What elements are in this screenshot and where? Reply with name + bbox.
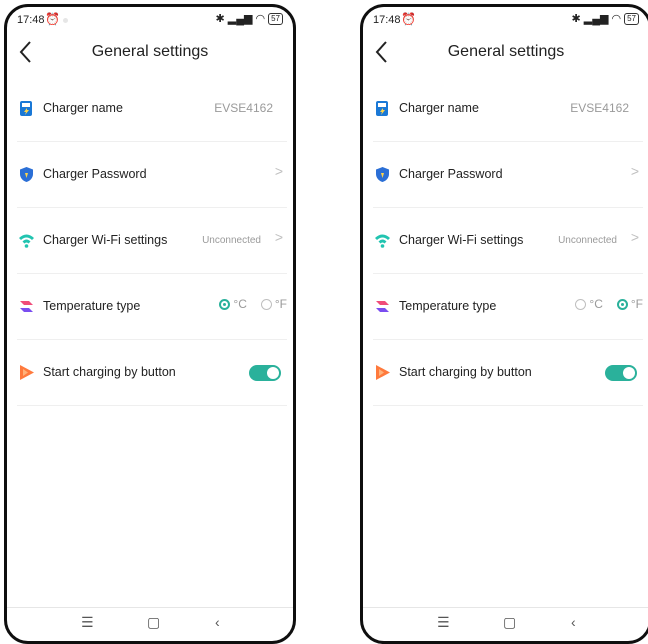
header: General settings (7, 37, 293, 67)
menu-icon[interactable]: ☰ (437, 614, 450, 631)
start-charging-toggle[interactable] (605, 365, 637, 381)
radio-celsius-label: °C (589, 297, 603, 311)
setting-charger-password[interactable]: Charger Password > (373, 143, 643, 208)
setting-label: Temperature type (399, 299, 497, 313)
setting-label: Charger Wi-Fi settings (43, 233, 168, 247)
setting-charger-name[interactable]: Charger name EVSE4162 (373, 77, 643, 142)
setting-label: Charger Password (43, 167, 147, 181)
radio-unchecked-icon (260, 298, 272, 310)
system-nav-bar: ☰ ▢ ‹ (7, 607, 293, 638)
setting-label: Charger name (43, 101, 123, 115)
temperature-radio-group: °C °F (205, 297, 287, 311)
charger-name-value: EVSE4162 (570, 101, 629, 115)
charger-icon (20, 101, 32, 116)
radio-celsius-label: °C (233, 297, 247, 311)
status-time: 17:48 (373, 14, 401, 26)
temperature-radio-group: °C °F (561, 297, 643, 311)
battery-icon: 57 (624, 12, 639, 25)
signal-icon: ▂▄▆ (227, 13, 253, 25)
setting-charger-name[interactable]: Charger name EVSE4162 (17, 77, 287, 142)
notification-dot (63, 18, 68, 23)
charger-icon (376, 101, 388, 116)
home-icon[interactable]: ▢ (503, 614, 516, 631)
radio-fahrenheit-label: °F (274, 297, 287, 311)
back-icon[interactable]: ‹ (215, 614, 220, 630)
shield-icon (376, 167, 389, 182)
shield-icon (20, 167, 33, 182)
system-nav-bar: ☰ ▢ ‹ (363, 607, 648, 638)
radio-checked-icon (616, 298, 628, 310)
header: General settings (363, 37, 648, 67)
wifi-status-icon: ◠ (611, 13, 622, 25)
wifi-icon (19, 234, 34, 248)
status-icons: ✱ ▂▄▆ ◠ 57 (216, 12, 283, 25)
page-title: General settings (91, 43, 209, 60)
wifi-status-value: Unconnected (558, 235, 617, 246)
setting-start-charging-button: Start charging by button (17, 341, 287, 406)
setting-label: Charger Wi-Fi settings (399, 233, 524, 247)
status-time: 17:48 (17, 14, 45, 26)
chevron-right-icon: > (630, 229, 639, 245)
setting-temperature-type: Temperature type °C °F (17, 275, 287, 340)
temperature-icon (376, 301, 389, 312)
bluetooth-icon: ✱ (571, 13, 581, 25)
battery-icon: 57 (268, 12, 283, 25)
alarm-icon: ⏰ (45, 12, 60, 26)
play-icon (376, 365, 390, 380)
wifi-status-icon: ◠ (255, 13, 266, 25)
wifi-status-value: Unconnected (202, 235, 261, 246)
page-title: General settings (447, 43, 565, 60)
radio-checked-icon (219, 298, 231, 310)
temperature-icon (20, 301, 33, 312)
chevron-right-icon: > (274, 229, 283, 245)
radio-celsius[interactable]: °C (575, 297, 603, 311)
setting-label: Start charging by button (43, 365, 176, 379)
status-bar: 17:48 ⏰ ✱ ▂▄▆ ◠ 57 (363, 9, 648, 31)
chevron-right-icon: > (274, 163, 283, 179)
bluetooth-icon: ✱ (215, 13, 225, 25)
radio-fahrenheit[interactable]: °F (616, 297, 643, 311)
setting-wifi[interactable]: Charger Wi-Fi settings Unconnected > (373, 209, 643, 274)
radio-fahrenheit-label: °F (630, 297, 643, 311)
setting-label: Charger Password (399, 167, 503, 181)
toggle-knob (267, 367, 279, 379)
setting-charger-password[interactable]: Charger Password > (17, 143, 287, 208)
home-icon[interactable]: ▢ (147, 614, 160, 631)
radio-unchecked-icon (575, 298, 587, 310)
wifi-icon (375, 234, 390, 248)
charger-name-value: EVSE4162 (214, 101, 273, 115)
toggle-knob (623, 367, 635, 379)
status-icons: ✱ ▂▄▆ ◠ 57 (572, 12, 639, 25)
phone-screen-1: 17:48 ⏰ ✱ ▂▄▆ ◠ 57 General settings Char… (4, 4, 296, 644)
setting-label: Charger name (399, 101, 479, 115)
status-bar: 17:48 ⏰ ✱ ▂▄▆ ◠ 57 (7, 9, 293, 31)
setting-wifi[interactable]: Charger Wi-Fi settings Unconnected > (17, 209, 287, 274)
alarm-icon: ⏰ (401, 12, 416, 26)
chevron-right-icon: > (630, 163, 639, 179)
setting-label: Temperature type (43, 299, 141, 313)
setting-label: Start charging by button (399, 365, 532, 379)
back-icon[interactable]: ‹ (571, 614, 576, 630)
menu-icon[interactable]: ☰ (81, 614, 94, 631)
radio-fahrenheit[interactable]: °F (260, 297, 287, 311)
signal-icon: ▂▄▆ (583, 13, 609, 25)
play-icon (20, 365, 34, 380)
phone-screen-2: 17:48 ⏰ ✱ ▂▄▆ ◠ 57 General settings Char… (360, 4, 648, 644)
start-charging-toggle[interactable] (249, 365, 281, 381)
radio-celsius[interactable]: °C (219, 297, 247, 311)
setting-temperature-type: Temperature type °C °F (373, 275, 643, 340)
setting-start-charging-button: Start charging by button (373, 341, 643, 406)
